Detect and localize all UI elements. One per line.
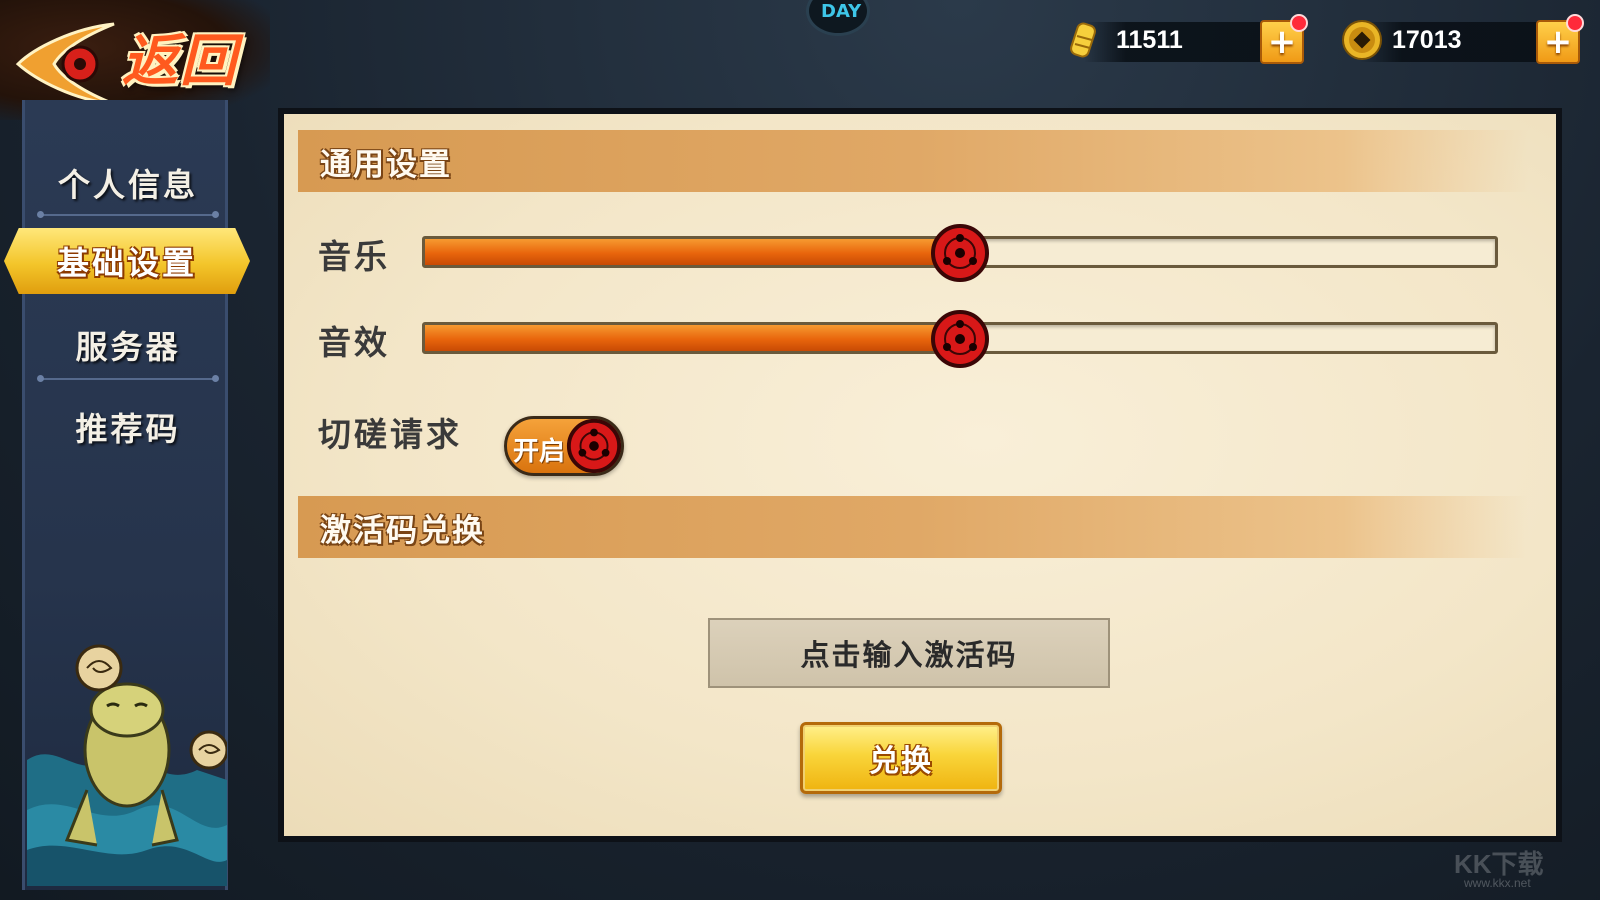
notification-dot	[1566, 14, 1584, 32]
add-coins-button[interactable]: +	[1536, 14, 1584, 64]
add-gold-bars-button[interactable]: +	[1260, 14, 1308, 64]
sfx-slider[interactable]	[422, 310, 1498, 368]
coins-amount: 17013	[1392, 26, 1462, 54]
currency-coins: 17013 +	[1340, 14, 1584, 64]
plus-icon: +	[1543, 22, 1573, 62]
frog-illustration	[27, 644, 227, 886]
section-title: 通用设置	[320, 146, 452, 183]
currency-gold-bars: 11511 +	[1064, 14, 1308, 64]
sidebar-item-server[interactable]: 服务器	[25, 310, 231, 380]
activation-code-input[interactable]: 点击输入激活码	[708, 618, 1110, 688]
sharingan-knob-icon[interactable]	[930, 309, 990, 369]
sidebar-item-referral[interactable]: 推荐码	[25, 392, 231, 462]
music-slider[interactable]	[422, 224, 1498, 282]
sidebar: 个人信息 服务器 推荐码	[22, 100, 228, 890]
sidebar-item-label: 基础设置	[56, 244, 197, 282]
section-general-header: 通用设置	[298, 130, 1528, 192]
redeem-button[interactable]: 兑换	[800, 722, 1002, 794]
section-activation-header: 激活码兑换	[298, 496, 1528, 558]
back-chevron-icon	[15, 22, 115, 106]
sidebar-item-label: 服务器	[75, 328, 181, 366]
music-slider-fill	[425, 239, 960, 265]
toggle-state-text: 开启	[513, 437, 566, 467]
gold-bars-amount: 11511	[1116, 26, 1183, 54]
duel-request-label: 切磋请求	[318, 415, 462, 454]
sfx-label: 音效	[318, 323, 390, 362]
music-label: 音乐	[318, 237, 390, 276]
sharingan-knob-icon	[566, 418, 622, 474]
watermark-url: www.kkx.net	[1464, 876, 1531, 890]
sidebar-item-profile[interactable]: 个人信息	[25, 148, 231, 218]
sfx-slider-fill	[425, 325, 960, 351]
plus-icon: +	[1267, 22, 1297, 62]
activation-code-placeholder: 点击输入激活码	[800, 638, 1018, 672]
event-badge[interactable]: DAY	[806, 0, 870, 36]
duel-request-toggle[interactable]: 开启	[504, 416, 624, 476]
coin-icon	[1342, 20, 1382, 60]
redeem-button-label: 兑换	[869, 744, 933, 779]
notification-dot	[1290, 14, 1308, 32]
watermark: KK下载 www.kkx.net	[1454, 844, 1584, 892]
sharingan-knob-icon[interactable]	[930, 223, 990, 283]
sidebar-item-label: 个人信息	[57, 166, 198, 204]
gold-bar-icon	[1070, 22, 1096, 58]
section-title: 激活码兑换	[320, 512, 485, 549]
sidebar-item-basic-settings[interactable]: 基础设置	[4, 228, 250, 294]
event-badge-text: DAY	[821, 1, 862, 22]
settings-panel: 通用设置 音乐 音效 切磋请求 开启 激活码兑换 点击输入激活码 兑换	[278, 108, 1562, 842]
sidebar-item-label: 推荐码	[75, 410, 181, 448]
sidebar-divider	[37, 211, 219, 218]
back-label: 返回	[122, 28, 238, 94]
